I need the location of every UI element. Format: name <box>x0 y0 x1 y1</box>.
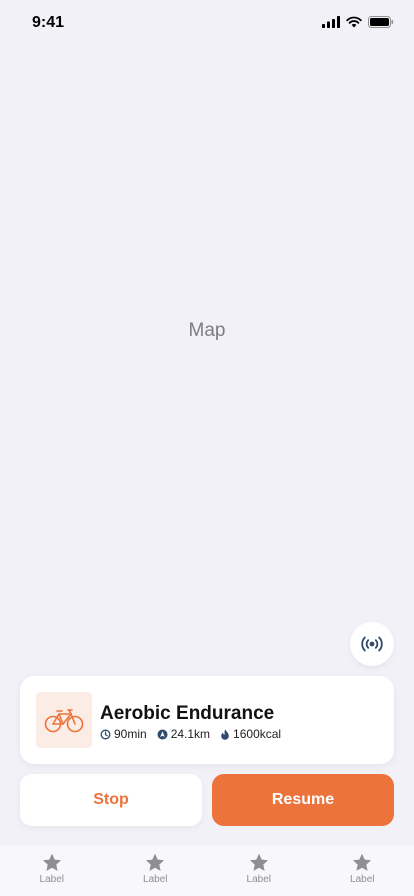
screen: 9:41 Map Aerobic Endurance 90min 24.1km … <box>0 0 414 896</box>
star-icon <box>42 853 61 871</box>
workout-card[interactable]: Aerobic Endurance 90min 24.1km 1600kcal <box>20 676 394 764</box>
tab-4[interactable]: Label <box>311 846 414 896</box>
battery-icon <box>368 16 394 28</box>
tab-label: Label <box>143 874 168 885</box>
tab-label: Label <box>246 874 271 885</box>
wifi-icon <box>346 16 362 28</box>
star-icon <box>146 853 165 871</box>
bicycle-icon <box>44 709 84 733</box>
tab-bar: Label Label Label Label <box>0 846 414 896</box>
flame-icon <box>221 729 229 740</box>
distance-stat: 24.1km <box>157 727 210 741</box>
cellular-signal-icon <box>322 16 340 28</box>
duration-value: 90min <box>114 727 147 741</box>
navigation-icon <box>157 729 168 739</box>
workout-icon-tile <box>36 692 92 748</box>
status-bar: 9:41 <box>0 0 414 44</box>
tab-label: Label <box>350 874 375 885</box>
map-area[interactable]: Map <box>0 44 414 644</box>
broadcast-icon <box>361 636 383 652</box>
stop-button[interactable]: Stop <box>20 774 202 826</box>
resume-button[interactable]: Resume <box>212 774 394 826</box>
status-icons <box>322 16 394 28</box>
workout-title: Aerobic Endurance <box>100 703 275 724</box>
tab-3[interactable]: Label <box>207 846 311 896</box>
distance-value: 24.1km <box>170 727 211 741</box>
map-placeholder: Map <box>188 320 226 341</box>
tab-label: Label <box>39 874 64 885</box>
tab-2[interactable]: Label <box>104 846 208 896</box>
signal-button[interactable] <box>350 622 394 666</box>
status-time: 9:41 <box>32 14 65 31</box>
workout-stats: 90min 24.1km 1600kcal <box>100 727 291 741</box>
timer-icon <box>100 729 111 739</box>
star-icon <box>249 853 268 871</box>
duration-stat: 90min <box>100 727 147 741</box>
star-icon <box>353 853 372 871</box>
tab-1[interactable]: Label <box>0 846 104 896</box>
calories-value: 1600kcal <box>233 727 282 741</box>
calories-stat: 1600kcal <box>220 727 281 741</box>
